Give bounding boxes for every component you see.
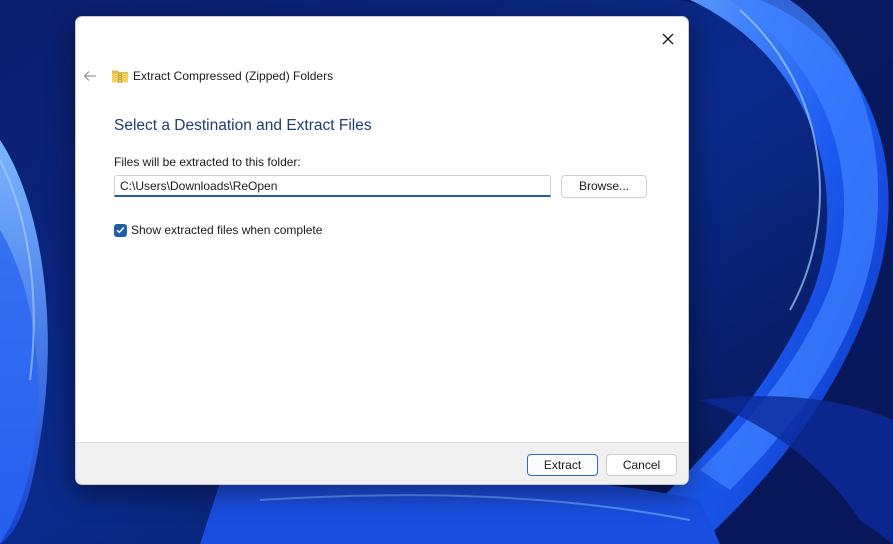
back-button[interactable]	[81, 67, 99, 85]
dialog-footer: Extract Cancel	[76, 442, 688, 484]
destination-label: Files will be extracted to this folder:	[114, 155, 301, 169]
zipped-folder-icon	[112, 70, 128, 83]
close-icon	[662, 33, 674, 45]
close-button[interactable]	[654, 25, 682, 53]
dialog-title: Extract Compressed (Zipped) Folders	[133, 69, 334, 83]
show-files-option[interactable]: Show extracted files when complete	[114, 223, 322, 237]
browse-button[interactable]: Browse...	[561, 175, 647, 198]
checkmark-icon	[116, 226, 125, 234]
extract-dialog: Extract Compressed (Zipped) Folders Sele…	[75, 16, 689, 485]
show-files-checkbox[interactable]	[114, 223, 127, 237]
extract-button[interactable]: Extract	[527, 454, 598, 476]
back-arrow-icon	[83, 71, 96, 81]
destination-path-input[interactable]	[114, 175, 551, 197]
cancel-button[interactable]: Cancel	[606, 454, 677, 476]
desktop: Extract Compressed (Zipped) Folders Sele…	[0, 0, 893, 544]
show-files-label: Show extracted files when complete	[131, 223, 323, 237]
page-heading: Select a Destination and Extract Files	[114, 117, 372, 134]
